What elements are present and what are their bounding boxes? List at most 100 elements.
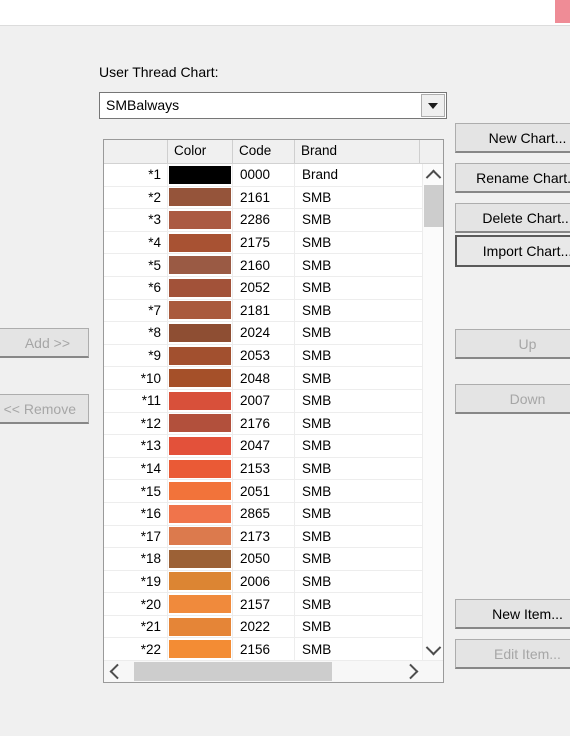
row-color-cell xyxy=(168,412,233,435)
horizontal-scrollbar-thumb[interactable] xyxy=(134,662,332,681)
thread-chart-dialog: User Thread Chart: SMBalways Color Code … xyxy=(0,25,570,736)
row-code: 2156 xyxy=(233,638,295,660)
row-index: *2 xyxy=(104,186,168,209)
color-swatch xyxy=(169,188,231,207)
table-row[interactable]: *2 2161 SMB xyxy=(104,186,422,210)
chevron-up-icon[interactable] xyxy=(423,164,443,185)
table-row[interactable]: *18 2050 SMB xyxy=(104,548,422,571)
row-color-cell xyxy=(168,548,233,570)
column-header-code[interactable]: Code xyxy=(233,140,295,163)
rename-chart-button[interactable]: Rename Chart... xyxy=(455,163,570,193)
row-color-cell xyxy=(168,344,233,367)
row-brand: SMB xyxy=(302,506,332,522)
row-index: *10 xyxy=(104,367,168,389)
row-color-cell xyxy=(168,367,233,389)
table-row[interactable]: *20 2157 SMB xyxy=(104,593,422,616)
chevron-left-icon[interactable] xyxy=(104,661,125,682)
table-row[interactable]: *21 2022 SMB xyxy=(104,615,422,639)
remove-button[interactable]: << Remove xyxy=(0,394,89,424)
row-index: *13 xyxy=(104,435,168,457)
table-row[interactable]: *12 2176 SMB xyxy=(104,412,422,436)
row-color-cell xyxy=(168,389,233,412)
row-code: 2176 xyxy=(233,412,295,435)
table-row[interactable]: *13 2047 SMB xyxy=(104,435,422,458)
row-index: *16 xyxy=(104,502,168,525)
row-brand: SMB xyxy=(302,393,332,409)
vertical-scrollbar[interactable] xyxy=(422,164,443,660)
color-swatch xyxy=(169,482,231,501)
row-color-cell xyxy=(168,593,233,615)
table-row[interactable]: *3 2286 SMB xyxy=(104,209,422,232)
vertical-scrollbar-thumb[interactable] xyxy=(424,185,443,227)
row-brand: SMB xyxy=(302,641,332,657)
row-brand: SMB xyxy=(302,596,332,612)
row-brand: SMB xyxy=(302,438,332,454)
chevron-right-glyph xyxy=(402,663,418,680)
row-color-cell xyxy=(168,435,233,457)
row-index: *15 xyxy=(104,480,168,502)
new-item-button[interactable]: New Item... xyxy=(455,599,570,629)
table-row[interactable]: *4 2175 SMB xyxy=(104,231,422,255)
color-swatch xyxy=(169,640,231,659)
row-brand: SMB xyxy=(302,461,332,477)
horizontal-scrollbar[interactable] xyxy=(104,660,443,682)
table-row[interactable]: *6 2052 SMB xyxy=(104,276,422,300)
edit-item-button[interactable]: Edit Item... xyxy=(455,639,570,669)
row-index: *14 xyxy=(104,457,168,480)
column-header-brand[interactable]: Brand xyxy=(295,140,420,163)
table-row[interactable]: *9 2053 SMB xyxy=(104,344,422,368)
grid-rows: *1 0000 Brand *2 2161 SMB *3 2286 SMB *4 2175 SMB *5… xyxy=(104,164,422,660)
color-swatch xyxy=(169,459,231,478)
table-row[interactable]: *16 2865 SMB xyxy=(104,502,422,526)
table-row[interactable]: *1 0000 Brand xyxy=(104,164,422,187)
delete-chart-button[interactable]: Delete Chart... xyxy=(455,203,570,233)
chart-select[interactable]: SMBalways xyxy=(99,92,447,119)
color-swatch xyxy=(169,572,231,591)
row-index: *22 xyxy=(104,638,168,660)
table-row[interactable]: *8 2024 SMB xyxy=(104,322,422,345)
row-color-cell xyxy=(168,322,233,344)
table-row[interactable]: *11 2007 SMB xyxy=(104,389,422,413)
move-up-button[interactable]: Up xyxy=(455,329,570,359)
table-row[interactable]: *10 2048 SMB xyxy=(104,367,422,390)
row-brand: SMB xyxy=(302,415,332,431)
thread-chart-grid[interactable]: Color Code Brand *1 0000 Brand *2 2161 SMB *3 2… xyxy=(103,139,444,683)
row-code: 2175 xyxy=(233,231,295,254)
column-header-color[interactable]: Color xyxy=(168,140,233,163)
table-row[interactable]: *15 2051 SMB xyxy=(104,480,422,503)
row-code: 2173 xyxy=(233,525,295,548)
row-code: 2007 xyxy=(233,389,295,412)
parent-window-title-strip xyxy=(0,0,570,25)
row-index: *20 xyxy=(104,593,168,615)
table-row[interactable]: *14 2153 SMB xyxy=(104,457,422,481)
row-brand: Brand xyxy=(302,167,339,183)
row-color-cell xyxy=(168,638,233,660)
table-row[interactable]: *7 2181 SMB xyxy=(104,299,422,323)
row-color-cell xyxy=(168,209,233,231)
row-code: 2160 xyxy=(233,254,295,276)
grid-header-row: Color Code Brand xyxy=(104,140,443,164)
table-row[interactable]: *19 2006 SMB xyxy=(104,570,422,594)
row-brand: SMB xyxy=(302,212,332,228)
color-swatch xyxy=(169,369,231,388)
column-header-index[interactable] xyxy=(104,140,168,163)
chevron-down-icon[interactable] xyxy=(423,639,443,660)
table-row[interactable]: *17 2173 SMB xyxy=(104,525,422,549)
chevron-down-icon[interactable] xyxy=(421,94,445,117)
close-icon[interactable] xyxy=(555,0,570,23)
row-index: *5 xyxy=(104,254,168,276)
move-down-button[interactable]: Down xyxy=(455,384,570,414)
table-row[interactable]: *22 2156 SMB xyxy=(104,638,422,660)
color-swatch xyxy=(169,165,231,184)
color-swatch xyxy=(169,436,231,455)
row-color-cell xyxy=(168,502,233,525)
row-code: 2052 xyxy=(233,276,295,299)
table-row[interactable]: *5 2160 SMB xyxy=(104,254,422,277)
import-chart-button[interactable]: Import Chart... xyxy=(455,235,570,267)
row-color-cell xyxy=(168,276,233,299)
chevron-down-glyph xyxy=(428,102,438,109)
new-chart-button[interactable]: New Chart... xyxy=(455,123,570,153)
chevron-right-icon[interactable] xyxy=(402,661,423,682)
color-swatch xyxy=(169,278,231,297)
add-button[interactable]: Add >> xyxy=(0,328,89,358)
